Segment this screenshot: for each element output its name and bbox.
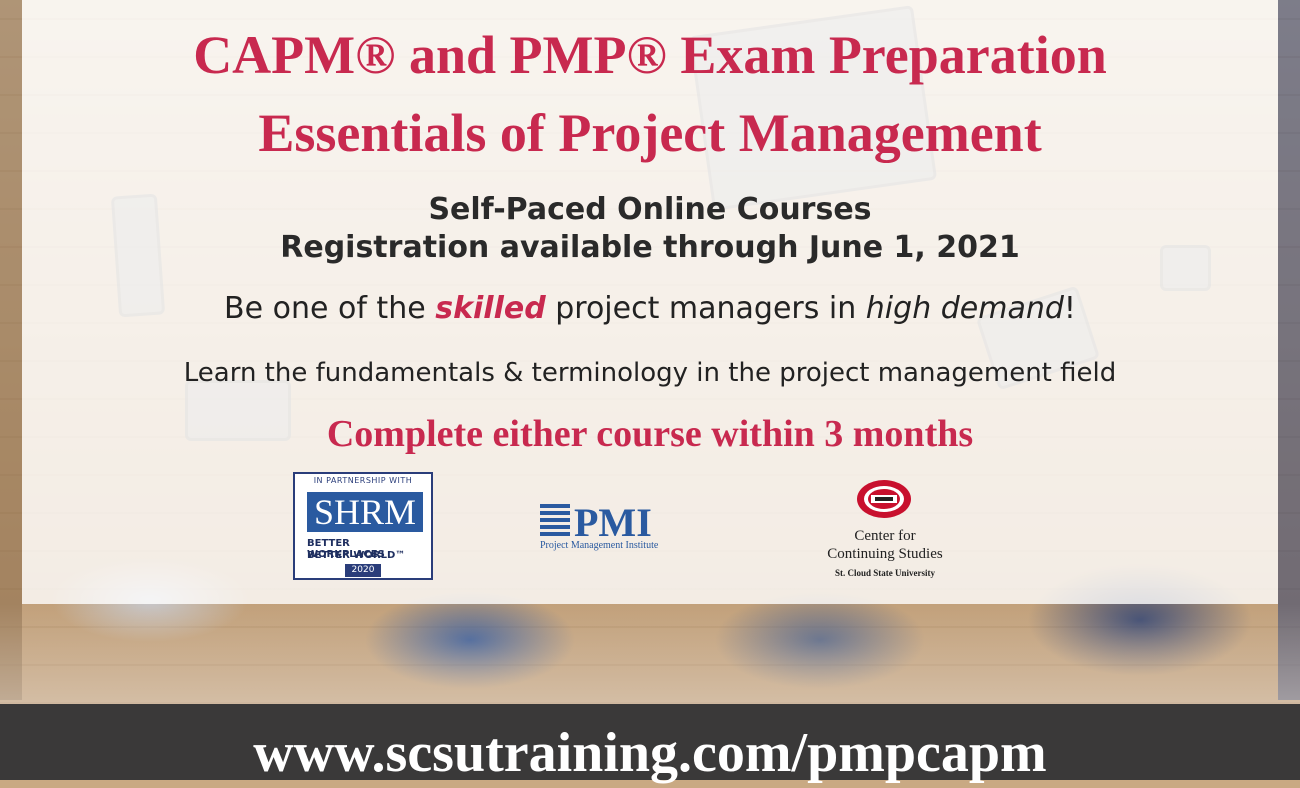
shrm-logo: IN PARTNERSHIP WITH SHRM BETTER WORKPLAC… bbox=[293, 472, 433, 580]
people-image bbox=[0, 604, 1300, 704]
shrm-year: 2020 bbox=[345, 564, 381, 577]
pmi-wordmark: PMI bbox=[574, 500, 652, 540]
headline-line2: Essentials of Project Management bbox=[258, 103, 1042, 163]
tagline: Be one of the skilled project managers i… bbox=[0, 291, 1300, 326]
shrm-partnership-label: IN PARTNERSHIP WITH bbox=[313, 476, 413, 485]
pmi-globe-icon: PMI bbox=[540, 500, 652, 540]
subheading-line1: Self-Paced Online Courses bbox=[428, 192, 872, 227]
tagline-skilled: skilled bbox=[435, 291, 546, 326]
description: Learn the fundamentals & terminology in … bbox=[183, 358, 1117, 388]
tagline-after: ! bbox=[1063, 291, 1076, 326]
shrm-tagline-2: BETTER WORLD™ bbox=[307, 550, 406, 561]
scsu-logo: Center for Continuing Studies St. Cloud … bbox=[800, 478, 970, 582]
tagline-before: Be one of the bbox=[224, 291, 436, 326]
pmi-logo: PMI Project Management Institute bbox=[540, 500, 680, 556]
call-to-action: Complete either course within 3 months bbox=[326, 413, 974, 455]
tagline-middle: project managers in bbox=[545, 291, 866, 326]
pmi-name: Project Management Institute bbox=[540, 540, 659, 551]
shrm-wordmark: SHRM bbox=[307, 492, 423, 532]
scsu-line2: Continuing Studies bbox=[827, 546, 943, 562]
headline-line1: CAPM® and PMP® Exam Preparation bbox=[193, 25, 1107, 85]
scsu-line1: Center for bbox=[854, 528, 916, 544]
scsu-line3: St. Cloud State University bbox=[834, 568, 935, 578]
subheading-line2: Registration available through June 1, 2… bbox=[280, 230, 1020, 265]
tagline-demand: high demand bbox=[865, 291, 1064, 326]
website-link[interactable]: www.scsutraining.com/pmpcapm bbox=[0, 718, 1300, 788]
scsu-emblem-icon bbox=[857, 480, 911, 518]
footer-bar: www.scsutraining.com/pmpcapm bbox=[0, 704, 1300, 784]
